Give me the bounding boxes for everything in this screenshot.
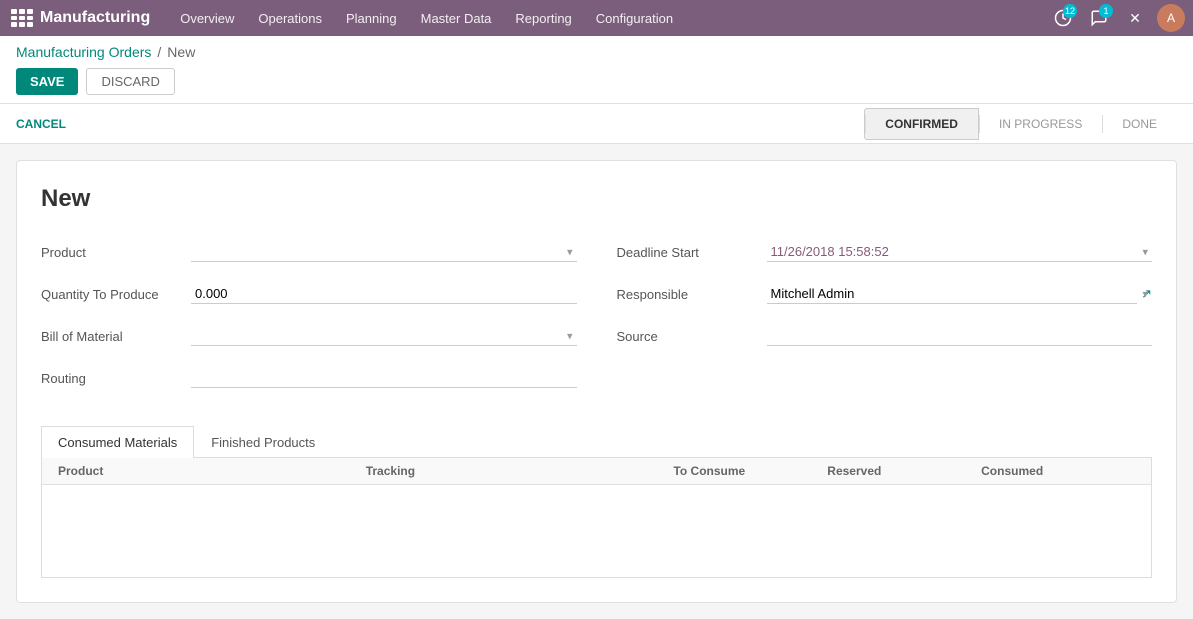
- external-link-icon[interactable]: ↗: [1141, 286, 1152, 302]
- form-title: New: [41, 185, 1152, 213]
- nav-operations[interactable]: Operations: [248, 5, 332, 32]
- responsible-row: Responsible ↗: [617, 279, 1153, 309]
- source-input[interactable]: [767, 326, 1153, 346]
- close-icon-btn[interactable]: ✕: [1121, 4, 1149, 32]
- top-navbar: Manufacturing Overview Operations Planni…: [0, 0, 1193, 36]
- table-header: Product Tracking To Consume Reserved Con…: [42, 458, 1151, 485]
- tab-consumed-materials[interactable]: Consumed Materials: [41, 426, 194, 458]
- chat-icon-btn[interactable]: 1: [1085, 4, 1113, 32]
- status-steps: CONFIRMED IN PROGRESS DONE: [864, 108, 1177, 140]
- col-product: Product: [58, 464, 366, 478]
- breadcrumb: Manufacturing Orders / New: [16, 44, 1177, 60]
- breadcrumb-parent[interactable]: Manufacturing Orders: [16, 44, 151, 60]
- source-field: [767, 326, 1153, 346]
- nav-overview[interactable]: Overview: [170, 5, 244, 32]
- status-bar: CANCEL CONFIRMED IN PROGRESS DONE: [0, 104, 1193, 144]
- apps-icon[interactable]: [8, 6, 32, 30]
- routing-row: Routing: [41, 363, 577, 393]
- step-confirmed[interactable]: CONFIRMED: [864, 108, 979, 140]
- discard-button[interactable]: DISCARD: [86, 68, 175, 95]
- col-reserved: Reserved: [827, 464, 981, 478]
- col-to-consume: To Consume: [673, 464, 827, 478]
- nav-master-data[interactable]: Master Data: [411, 5, 502, 32]
- nav-configuration[interactable]: Configuration: [586, 5, 683, 32]
- save-button[interactable]: SAVE: [16, 68, 78, 95]
- nav-planning[interactable]: Planning: [336, 5, 407, 32]
- form-left: Product Quantity To Produce Bill of Mate…: [41, 237, 577, 405]
- form-card: New Product Quantity To Produce Bil: [16, 160, 1177, 603]
- deadline-row: Deadline Start: [617, 237, 1153, 267]
- product-label: Product: [41, 245, 191, 260]
- col-consumed: Consumed: [981, 464, 1135, 478]
- routing-input[interactable]: [191, 368, 577, 388]
- clock-icon-btn[interactable]: 12: [1049, 4, 1077, 32]
- quantity-row: Quantity To Produce: [41, 279, 577, 309]
- product-row: Product: [41, 237, 577, 267]
- main-nav: Overview Operations Planning Master Data…: [170, 5, 1049, 32]
- responsible-input[interactable]: [767, 284, 1138, 304]
- step-in-progress[interactable]: IN PROGRESS: [979, 109, 1102, 139]
- avatar[interactable]: A: [1157, 4, 1185, 32]
- deadline-input[interactable]: [767, 242, 1153, 262]
- breadcrumb-separator: /: [157, 44, 161, 60]
- deadline-field[interactable]: [767, 242, 1153, 262]
- deadline-label: Deadline Start: [617, 245, 767, 260]
- table-body: [42, 485, 1151, 565]
- bom-field[interactable]: [191, 326, 577, 346]
- responsible-label: Responsible: [617, 287, 767, 302]
- source-label: Source: [617, 329, 767, 344]
- app-name: Manufacturing: [40, 9, 150, 27]
- tab-finished-products[interactable]: Finished Products: [194, 426, 332, 458]
- quantity-label: Quantity To Produce: [41, 287, 191, 302]
- source-row: Source: [617, 321, 1153, 351]
- product-input[interactable]: [191, 242, 577, 262]
- bom-label: Bill of Material: [41, 329, 191, 344]
- quantity-field: [191, 284, 577, 304]
- tab-list: Consumed Materials Finished Products: [41, 425, 1152, 458]
- step-done[interactable]: DONE: [1102, 109, 1177, 139]
- messages-badge: 1: [1099, 4, 1113, 18]
- close-icon: ✕: [1129, 10, 1141, 27]
- quantity-input[interactable]: [191, 284, 577, 304]
- bom-row: Bill of Material: [41, 321, 577, 351]
- form-grid: Product Quantity To Produce Bill of Mate…: [41, 237, 1152, 405]
- notifications-badge: 12: [1063, 4, 1077, 18]
- col-tracking: Tracking: [366, 464, 674, 478]
- breadcrumb-current: New: [167, 44, 195, 60]
- responsible-field[interactable]: ↗: [767, 284, 1153, 304]
- action-buttons: SAVE DISCARD: [16, 68, 1177, 95]
- tabs-section: Consumed Materials Finished Products Pro…: [41, 425, 1152, 578]
- form-right: Deadline Start Responsible ↗ Source: [617, 237, 1153, 405]
- tab-content: Product Tracking To Consume Reserved Con…: [41, 458, 1152, 578]
- main-content: New Product Quantity To Produce Bil: [0, 144, 1193, 619]
- bom-input[interactable]: [191, 326, 577, 346]
- nav-reporting[interactable]: Reporting: [505, 5, 581, 32]
- sub-header: Manufacturing Orders / New SAVE DISCARD: [0, 36, 1193, 104]
- navbar-right: 12 1 ✕ A: [1049, 4, 1185, 32]
- cancel-button[interactable]: CANCEL: [16, 117, 66, 131]
- product-field[interactable]: [191, 242, 577, 262]
- routing-field: [191, 368, 577, 388]
- routing-label: Routing: [41, 371, 191, 386]
